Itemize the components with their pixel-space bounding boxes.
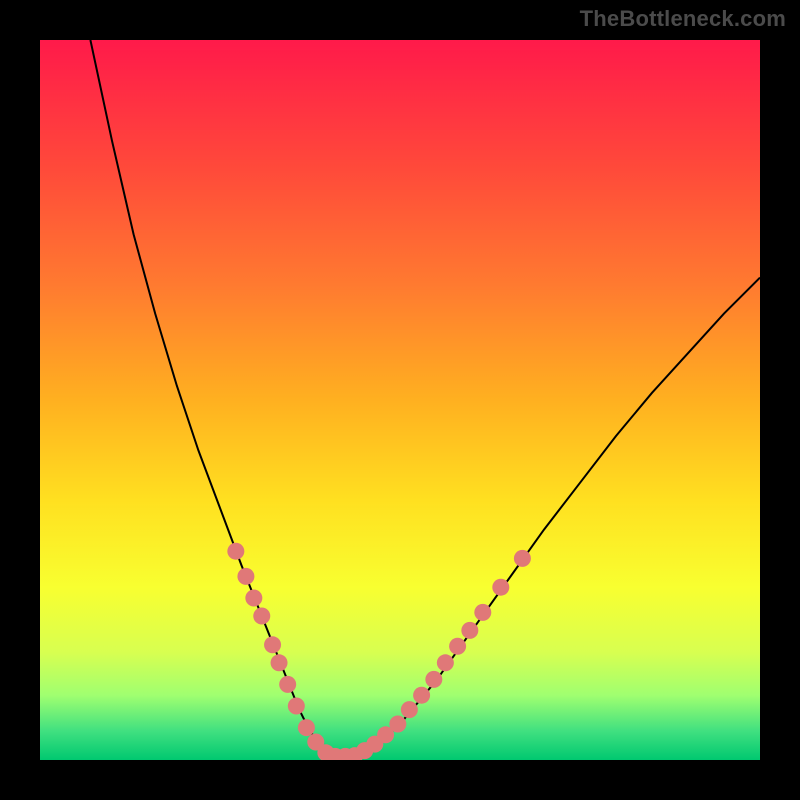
data-marker — [253, 608, 270, 625]
data-marker — [413, 687, 430, 704]
plot-area — [40, 40, 760, 760]
data-marker — [288, 698, 305, 715]
data-marker — [245, 590, 262, 607]
data-marker — [461, 622, 478, 639]
data-marker — [298, 719, 315, 736]
data-marker — [437, 654, 454, 671]
data-marker — [389, 716, 406, 733]
data-marker — [401, 701, 418, 718]
data-marker — [449, 638, 466, 655]
chart-overlay — [40, 40, 760, 760]
curve-line — [90, 40, 760, 756]
data-marker — [227, 543, 244, 560]
watermark-label: TheBottleneck.com — [580, 6, 786, 32]
data-marker — [514, 550, 531, 567]
data-marker — [271, 654, 288, 671]
data-marker — [237, 568, 254, 585]
markers-group — [227, 543, 531, 760]
data-marker — [279, 676, 296, 693]
data-marker — [264, 636, 281, 653]
chart-stage: TheBottleneck.com — [0, 0, 800, 800]
data-marker — [474, 604, 491, 621]
data-marker — [492, 579, 509, 596]
data-marker — [425, 671, 442, 688]
